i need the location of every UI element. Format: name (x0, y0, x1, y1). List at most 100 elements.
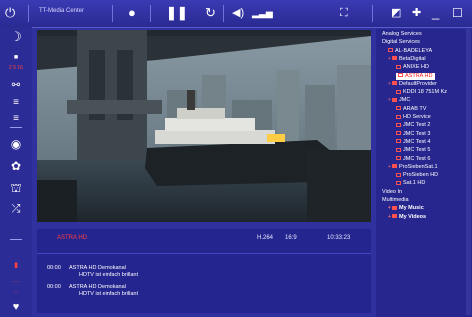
moon-icon[interactable]: ☽ (0, 29, 32, 45)
tree-node[interactable]: + My Music (388, 205, 424, 212)
tree-node-label: ProSiebenSat.1 (399, 163, 438, 170)
tree-node[interactable]: AL-BADELEYA (388, 48, 432, 55)
menu-icon[interactable]: ≡ (0, 113, 32, 124)
tree-node[interactable]: JMC Test 6 (396, 156, 430, 163)
toolbar-separator (223, 5, 224, 22)
tree-node[interactable]: + ProSiebenSat.1 (388, 164, 438, 171)
record-icon[interactable]: ● (128, 4, 136, 22)
tree-node[interactable]: ProSieben HD (396, 172, 438, 179)
square-icon[interactable]: ■ (0, 54, 32, 61)
tree-node-label: JMC Test 5 (403, 147, 431, 154)
shuffle-icon[interactable]: ⤮ (0, 203, 32, 216)
binoculars-icon[interactable]: ⛫ (0, 181, 32, 197)
folder-icon (392, 205, 397, 210)
app-title: TT-Media Center (39, 8, 85, 14)
tree-node[interactable]: ANIXE HD (396, 64, 429, 71)
volume-level-icon[interactable]: ▂▃▅ (252, 4, 273, 22)
epg-title: ASTRA HD Demokanal (69, 284, 126, 290)
window-mode-icon[interactable]: ◩ (391, 4, 401, 22)
top-toolbar: ⏻ TT-Media Center ● ❚❚ ↻ ◀) ▂▃▅ ⛶ ◩ ✚ _ … (0, 0, 472, 28)
channel-icon (396, 139, 401, 144)
tree-node-label: AL-BADELEYA (395, 47, 433, 54)
folder-icon (392, 164, 397, 169)
tree-node[interactable]: + DefaultProvider (388, 81, 437, 88)
tree-node-label: Analog Services (382, 31, 422, 37)
volume-icon[interactable]: ◀) (232, 4, 244, 22)
tree-node[interactable]: + BetaDigital (388, 56, 426, 63)
status-icon: ▮ (14, 262, 18, 269)
list-icon[interactable]: ≡ (0, 97, 32, 108)
tree-node-label: ProSieben HD (403, 172, 439, 179)
gear-icon[interactable]: ✿ (0, 159, 32, 173)
epg-panel: ASTRA HD H.264 16:9 10:33:23 00:00 ASTRA… (37, 229, 371, 313)
crop-icon[interactable]: ⛶ (340, 4, 348, 22)
pin-icon[interactable]: ✚ (412, 4, 421, 22)
sidebar-divider (10, 127, 22, 128)
tree-node-label: KDDI 18 751M Kz (403, 89, 448, 96)
tree-node-label: Multimedia (382, 197, 409, 203)
tree-node[interactable]: JMC Test 3 (396, 131, 430, 138)
tree-node-label: BetaDigital (399, 55, 426, 62)
tree-node[interactable]: Sat.1 HD (396, 180, 425, 187)
maximize-icon[interactable]: ☐ (452, 4, 463, 22)
channel-icon (388, 48, 393, 53)
tree-node[interactable]: Analog Services (382, 31, 422, 38)
folder-icon (392, 81, 397, 86)
channel-tree: Analog Services Digital Services AL-BADELE… (376, 29, 472, 317)
tree-node[interactable]: ARAB TV (396, 106, 426, 113)
minimize-icon[interactable]: _ (432, 4, 439, 22)
channel-icon (396, 122, 401, 127)
folder-icon (392, 214, 397, 219)
channel-icon (396, 156, 401, 161)
epg-time: 00:00 (47, 265, 61, 271)
channel-digits: 2 5 16 (2, 65, 30, 71)
folder-icon (392, 97, 397, 102)
digit: 16 (17, 65, 23, 71)
tree-node-label: HD Service (403, 114, 431, 120)
status-icon: ⋯⋯ (11, 279, 21, 285)
tree-node[interactable]: + My Videos (388, 214, 426, 221)
toolbar-separator (372, 5, 373, 22)
power-icon[interactable]: ⏻ (5, 4, 15, 22)
disc-icon[interactable]: ◉ (0, 137, 32, 151)
refresh-icon[interactable]: ↻ (205, 4, 216, 22)
tree-scrollbar[interactable] (466, 29, 471, 315)
channel-icon (396, 64, 401, 69)
toolbar-separator (28, 5, 29, 22)
app-window: ⏻ TT-Media Center ● ❚❚ ↻ ◀) ▂▃▅ ⛶ ◩ ✚ _ … (0, 0, 472, 317)
pause-icon[interactable]: ❚❚ (166, 4, 188, 22)
channel-icon (396, 180, 401, 185)
current-channel: ASTRA HD (57, 235, 88, 241)
tree-node[interactable]: Video In (382, 189, 402, 196)
tree-node[interactable]: JMC Test 4 (396, 139, 430, 146)
heart-icon[interactable]: ♥ (0, 301, 32, 313)
channel-icon (396, 106, 401, 111)
tree-node[interactable]: JMC Test 5 (396, 147, 430, 154)
video-display[interactable] (37, 30, 371, 222)
tree-node-label: JMC Test 3 (403, 130, 431, 137)
tree-node[interactable]: HD Service (396, 114, 431, 121)
aspect-ratio: 16:9 (285, 235, 297, 241)
tree-node-label: ANIXE HD (403, 64, 429, 71)
tree-node-label: JMC Test 6 (403, 155, 431, 162)
tree-node-label: ASTRA HD (405, 72, 433, 79)
channel-icon (396, 172, 401, 177)
epg-time: 00:00 (47, 284, 61, 290)
tree-node[interactable]: JMC Test 2 (396, 122, 430, 129)
tree-node[interactable]: + JMC (388, 97, 410, 104)
network-icon[interactable]: ⚯ (0, 80, 32, 91)
digit: 2 (9, 65, 12, 71)
tree-node-label: Video In (382, 188, 403, 195)
epg-subtitle: HDTV ist einfach brillant (79, 272, 138, 278)
channel-icon (398, 73, 403, 78)
sidebar-divider (10, 239, 22, 240)
tree-node[interactable]: KDDI 18 751M Kz (396, 89, 447, 96)
tree-node[interactable]: ASTRA HD (396, 72, 435, 80)
epg-divider (37, 253, 371, 254)
left-sidebar: ☽ ■ 2 5 16 ⚯ ≡ ≡ ◉ ✿ ⛫ ⤮ ▮ ⋯⋯ ⋯ ♥ (0, 27, 32, 317)
tree-node-label: Digital Services (382, 39, 420, 46)
tree-node[interactable]: Multimedia (382, 197, 409, 204)
tree-node[interactable]: Digital Services (382, 39, 420, 46)
tree-node-label: DefaultProvider (399, 80, 437, 87)
tree-node-label: Sat.1 HD (403, 180, 426, 187)
